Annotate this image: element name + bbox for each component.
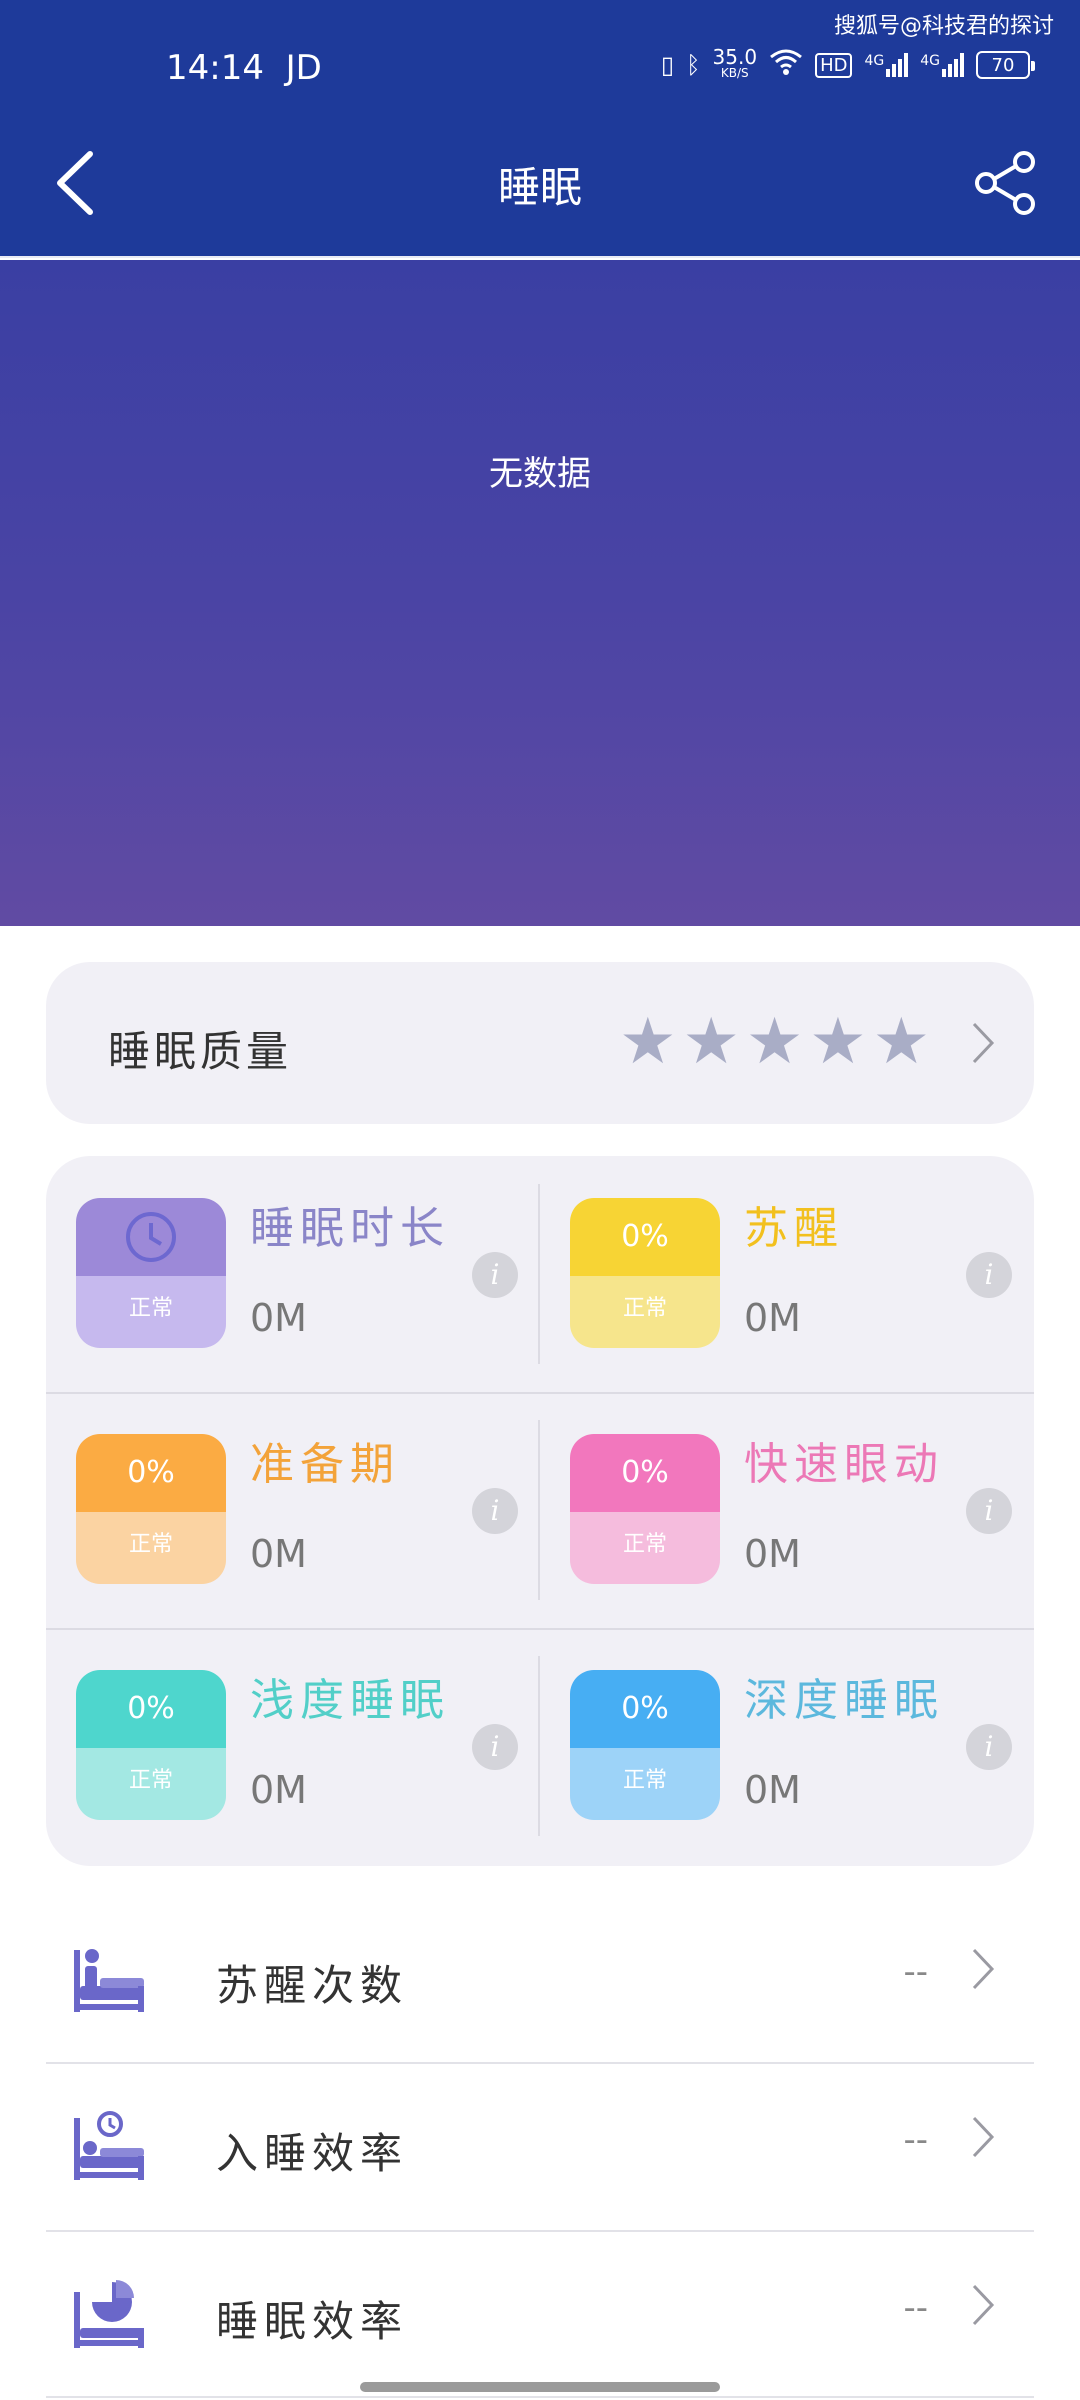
stat-rem: 0% 正常 快速眼动 0M i [540, 1392, 1034, 1628]
list-item-sleep-onset-efficiency[interactable]: 入睡效率 -- [46, 2062, 1034, 2228]
share-icon [975, 151, 1035, 215]
page-title: 睡眠 [497, 163, 582, 212]
stat-status: 正常 [76, 1512, 226, 1584]
home-indicator[interactable] [360, 2382, 720, 2392]
sleep-stats-card: 正常 睡眠时长 0M i 0% 正常 苏醒 0M i 0% 正常 准备期 0M … [46, 1156, 1034, 1866]
list-item-label: 苏醒次数 [216, 1961, 409, 2010]
star-icon: ★ [872, 1005, 930, 1079]
stat-value: 0M [744, 1532, 801, 1576]
list-divider [46, 2396, 1034, 2398]
list-item-value: -- [903, 1952, 928, 1992]
list-item-wake-count[interactable]: 苏醒次数 -- [46, 1894, 1034, 2060]
star-icon: ★ [682, 1005, 740, 1079]
stat-badge: 0% 正常 [76, 1670, 226, 1820]
star-icon: ★ [619, 1005, 677, 1079]
chevron-right-icon [972, 1948, 995, 1990]
empty-state-text: 无数据 [489, 454, 591, 494]
stat-percent: 0% [570, 1670, 720, 1748]
nav-bar: 睡眠 [0, 128, 1080, 238]
stat-badge: 正常 [76, 1198, 226, 1348]
share-button[interactable] [972, 150, 1042, 216]
chevron-right-icon [972, 2284, 995, 2326]
stat-badge-top [76, 1198, 226, 1276]
stat-status: 正常 [76, 1748, 226, 1820]
watermark: 搜狐号@科技君的探讨 [833, 14, 1054, 39]
list-item-value: -- [903, 2288, 928, 2328]
sleep-quality-label: 睡眠质量 [108, 1027, 293, 1076]
stat-percent: 0% [570, 1434, 720, 1512]
signal-2-icon: 4G [920, 53, 964, 77]
star-rating: ★ ★ ★ ★ ★ [619, 1010, 930, 1074]
stat-percent: 0% [570, 1198, 720, 1276]
info-icon[interactable]: i [472, 1252, 518, 1298]
signal-1-icon: 4G [864, 53, 909, 77]
info-icon[interactable]: i [472, 1488, 518, 1534]
stat-value: 0M [744, 1768, 801, 1812]
vibrate-icon: ▯ [660, 51, 675, 79]
stat-title: 苏醒 [744, 1203, 844, 1254]
sleep-quality-card[interactable]: 睡眠质量 ★ ★ ★ ★ ★ [46, 962, 1034, 1124]
stat-title: 准备期 [250, 1439, 400, 1490]
list-item-value: -- [903, 2120, 928, 2160]
stat-badge: 0% 正常 [570, 1670, 720, 1820]
stat-status: 正常 [570, 1748, 720, 1820]
bed-clock-icon [74, 2111, 144, 2180]
stat-status: 正常 [570, 1512, 720, 1584]
status-icons: ▯ ᛒ 35.0 KB/S HD 4G 4G 70 [660, 45, 1035, 82]
stat-sleep-duration: 正常 睡眠时长 0M i [46, 1156, 540, 1392]
chevron-right-icon [972, 1022, 995, 1064]
star-icon: ★ [745, 1005, 804, 1079]
stat-light-sleep: 0% 正常 浅度睡眠 0M i [46, 1628, 540, 1864]
header: 搜狐号@科技君的探讨 14:14 JD ▯ ᛒ 35.0 KB/S HD 4G … [0, 0, 1080, 259]
bed-person-up-icon [74, 1949, 144, 2012]
stat-value: 0M [250, 1768, 307, 1812]
stat-deep-sleep: 0% 正常 深度睡眠 0M i [540, 1628, 1034, 1864]
stat-percent: 0% [76, 1670, 226, 1748]
stat-value: 0M [250, 1296, 307, 1340]
stat-badge: 0% 正常 [570, 1198, 720, 1348]
info-icon[interactable]: i [966, 1724, 1012, 1770]
stat-badge: 0% 正常 [570, 1434, 720, 1584]
network-speed: 35.0 KB/S [712, 45, 758, 80]
bed-pie-icon [74, 2280, 144, 2348]
chevron-right-icon [972, 2116, 995, 2158]
stat-status: 正常 [570, 1276, 720, 1348]
info-icon[interactable]: i [472, 1724, 518, 1770]
status-time: 14:14 JD [166, 48, 322, 88]
stat-preparation: 0% 正常 准备期 0M i [46, 1392, 540, 1628]
stat-awake: 0% 正常 苏醒 0M i [540, 1156, 1034, 1392]
stat-title: 快速眼动 [744, 1439, 944, 1490]
bluetooth-icon: ᛒ [686, 51, 701, 79]
stat-value: 0M [250, 1532, 307, 1576]
sleep-chart-area: 无数据 [0, 260, 1080, 926]
status-bar: 14:14 JD ▯ ᛒ 35.0 KB/S HD 4G 4G 70 [0, 45, 1080, 98]
stat-status: 正常 [76, 1276, 226, 1348]
stat-title: 浅度睡眠 [250, 1675, 450, 1726]
status-carrier: JD [285, 48, 322, 88]
stat-percent: 0% [76, 1434, 226, 1512]
stat-badge: 0% 正常 [76, 1434, 226, 1584]
info-icon[interactable]: i [966, 1488, 1012, 1534]
list-item-label: 入睡效率 [216, 2129, 409, 2178]
stat-value: 0M [744, 1296, 801, 1340]
stat-title: 睡眠时长 [250, 1203, 450, 1254]
list-item-sleep-efficiency[interactable]: 睡眠效率 -- [46, 2230, 1034, 2396]
battery-icon: 70 [976, 51, 1035, 79]
star-icon: ★ [809, 1005, 867, 1079]
info-icon[interactable]: i [966, 1252, 1012, 1298]
stat-title: 深度睡眠 [744, 1675, 944, 1726]
list-item-label: 睡眠效率 [216, 2297, 409, 2346]
hd-icon: HD [815, 52, 853, 78]
wifi-icon [769, 48, 803, 82]
clock-icon [126, 1212, 176, 1262]
header-divider [0, 256, 1080, 259]
